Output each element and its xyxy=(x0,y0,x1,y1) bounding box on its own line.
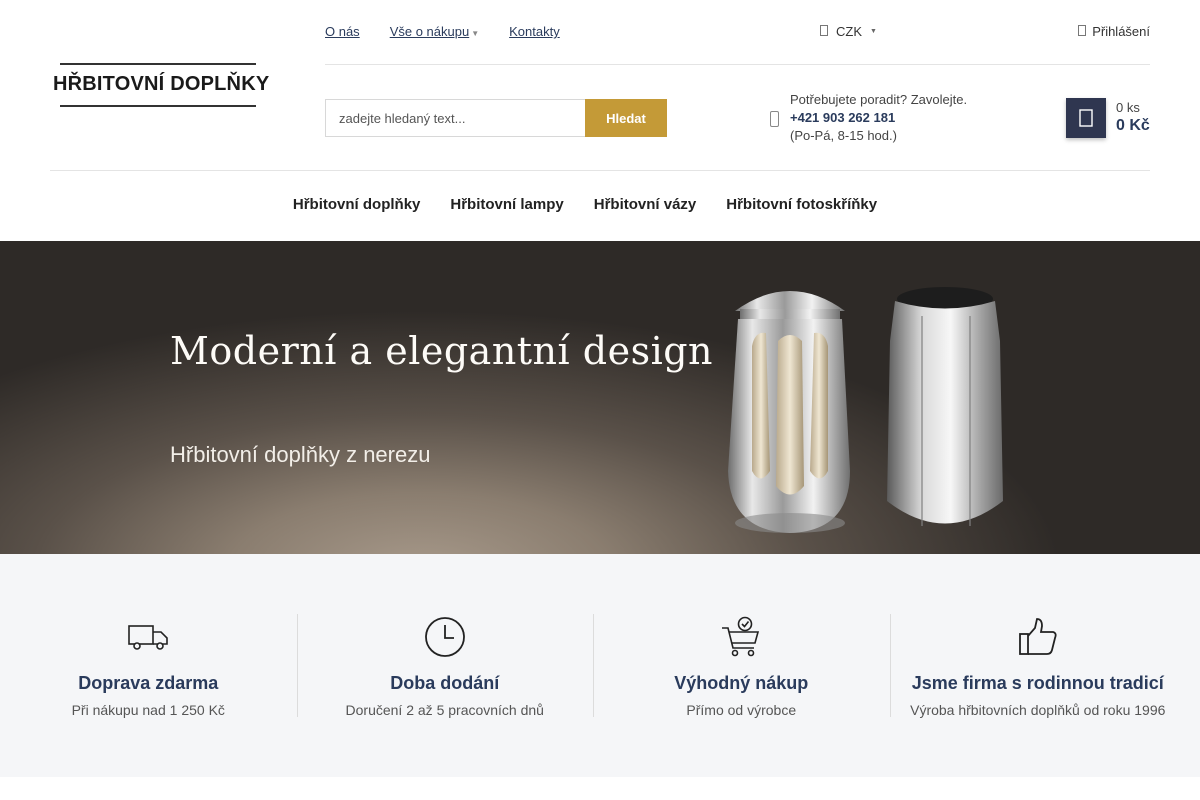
phone-hours: (Po-Pá, 8-15 hod.) xyxy=(790,128,897,143)
cart-check-icon xyxy=(720,614,762,660)
feature-title: Doprava zdarma xyxy=(78,673,219,693)
vase-illustration xyxy=(887,287,1003,526)
user-icon xyxy=(1078,24,1087,39)
site-logo[interactable]: HŘBITOVNÍ DOPLŇKY xyxy=(53,63,270,109)
feature-desc: Doručení 2 až 5 pracovních dnů xyxy=(345,702,544,718)
topnav-link-contacts[interactable]: Kontakty xyxy=(509,24,560,39)
lamp-illustration xyxy=(728,291,850,533)
mainnav-link-photo-cases[interactable]: Hřbitovní fotoskříňky xyxy=(726,196,877,213)
hero-product-image xyxy=(728,287,1003,533)
cart-widget[interactable]: 0 ks 0 Kč xyxy=(1066,98,1150,138)
phone-number[interactable]: +421 903 262 181 xyxy=(790,108,967,127)
feature-title: Výhodný nákup xyxy=(674,673,809,693)
chevron-down-icon: ▼ xyxy=(471,29,480,38)
cart-button[interactable] xyxy=(1066,98,1106,138)
feature-title: Jsme firma s rodinnou tradicí xyxy=(911,673,1164,693)
cart-count: 0 ks xyxy=(1116,100,1140,115)
mainnav-link-vases[interactable]: Hřbitovní vázy xyxy=(594,196,697,213)
feature-desc: Při nákupu nad 1 250 Kč xyxy=(71,702,225,718)
feature-title: Doba dodání xyxy=(390,673,500,693)
logo-text: HŘBITOVNÍ DOPLŇKY xyxy=(53,73,270,95)
site-header: HŘBITOVNÍ DOPLŇKY O nás Vše o nákupu ▼ Ko… xyxy=(0,0,1200,241)
cart-price: 0 Kč xyxy=(1116,117,1150,134)
top-navigation: O nás Vše o nákupu ▼ Kontakty xyxy=(325,24,560,39)
hero-banner[interactable]: Moderní a elegantní design Hřbitovní dop… xyxy=(0,241,1200,554)
currency-selector[interactable]: CZK ▼ xyxy=(820,24,877,39)
features-strip: Doprava zdarma Při nákupu nad 1 250 Kč D… xyxy=(0,554,1200,777)
cart-icon xyxy=(1079,109,1093,127)
mainnav-link-lamps[interactable]: Hřbitovní lampy xyxy=(450,196,563,213)
header-divider xyxy=(325,64,1150,65)
feature-item: Doprava zdarma Při nákupu nad 1 250 Kč xyxy=(0,614,297,777)
feature-item: Doba dodání Doručení 2 až 5 pracovních d… xyxy=(296,614,594,777)
currency-label: CZK xyxy=(836,24,862,39)
phone-icon xyxy=(770,111,779,127)
topnav-item-shopping[interactable]: Vše o nákupu ▼ xyxy=(390,24,479,39)
logo-rule-bottom xyxy=(60,105,256,107)
phone-lead: Potřebujete poradit? Zavolejte. xyxy=(790,92,968,107)
hero-title: Moderní a elegantní design xyxy=(170,329,714,373)
login-link[interactable]: Přihlášení xyxy=(1078,24,1150,39)
main-navigation: Hřbitovní doplňky Hřbitovní lampy Hřbito… xyxy=(0,196,1170,213)
login-label: Přihlášení xyxy=(1092,24,1150,39)
feature-desc: Přímo od výrobce xyxy=(686,702,797,718)
truck-icon xyxy=(127,614,169,660)
clock-icon xyxy=(424,614,466,660)
search-form: Hledat xyxy=(325,99,667,137)
hero-subtitle: Hřbitovní doplňky z nerezu xyxy=(170,442,431,467)
topnav-link-shopping[interactable]: Vše o nákupu xyxy=(390,24,470,39)
search-button[interactable]: Hledat xyxy=(585,99,667,137)
logo-rule-top xyxy=(60,63,256,65)
chevron-down-icon: ▼ xyxy=(870,28,877,35)
phone-text: Potřebujete poradit? Zavolejte. +421 903… xyxy=(790,91,967,144)
nav-divider xyxy=(50,170,1150,171)
mainnav-link-accessories[interactable]: Hřbitovní doplňky xyxy=(293,196,421,213)
currency-icon xyxy=(820,24,828,39)
feature-item: Jsme firma s rodinnou tradicí Výroba hřb… xyxy=(889,614,1187,777)
feature-item: Výhodný nákup Přímo od výrobce xyxy=(593,614,890,777)
topnav-link-about[interactable]: O nás xyxy=(325,24,360,39)
search-input[interactable] xyxy=(325,99,585,137)
feature-desc: Výroba hřbitovních doplňků od roku 1996 xyxy=(910,702,1166,718)
thumbs-up-icon xyxy=(1017,614,1059,660)
